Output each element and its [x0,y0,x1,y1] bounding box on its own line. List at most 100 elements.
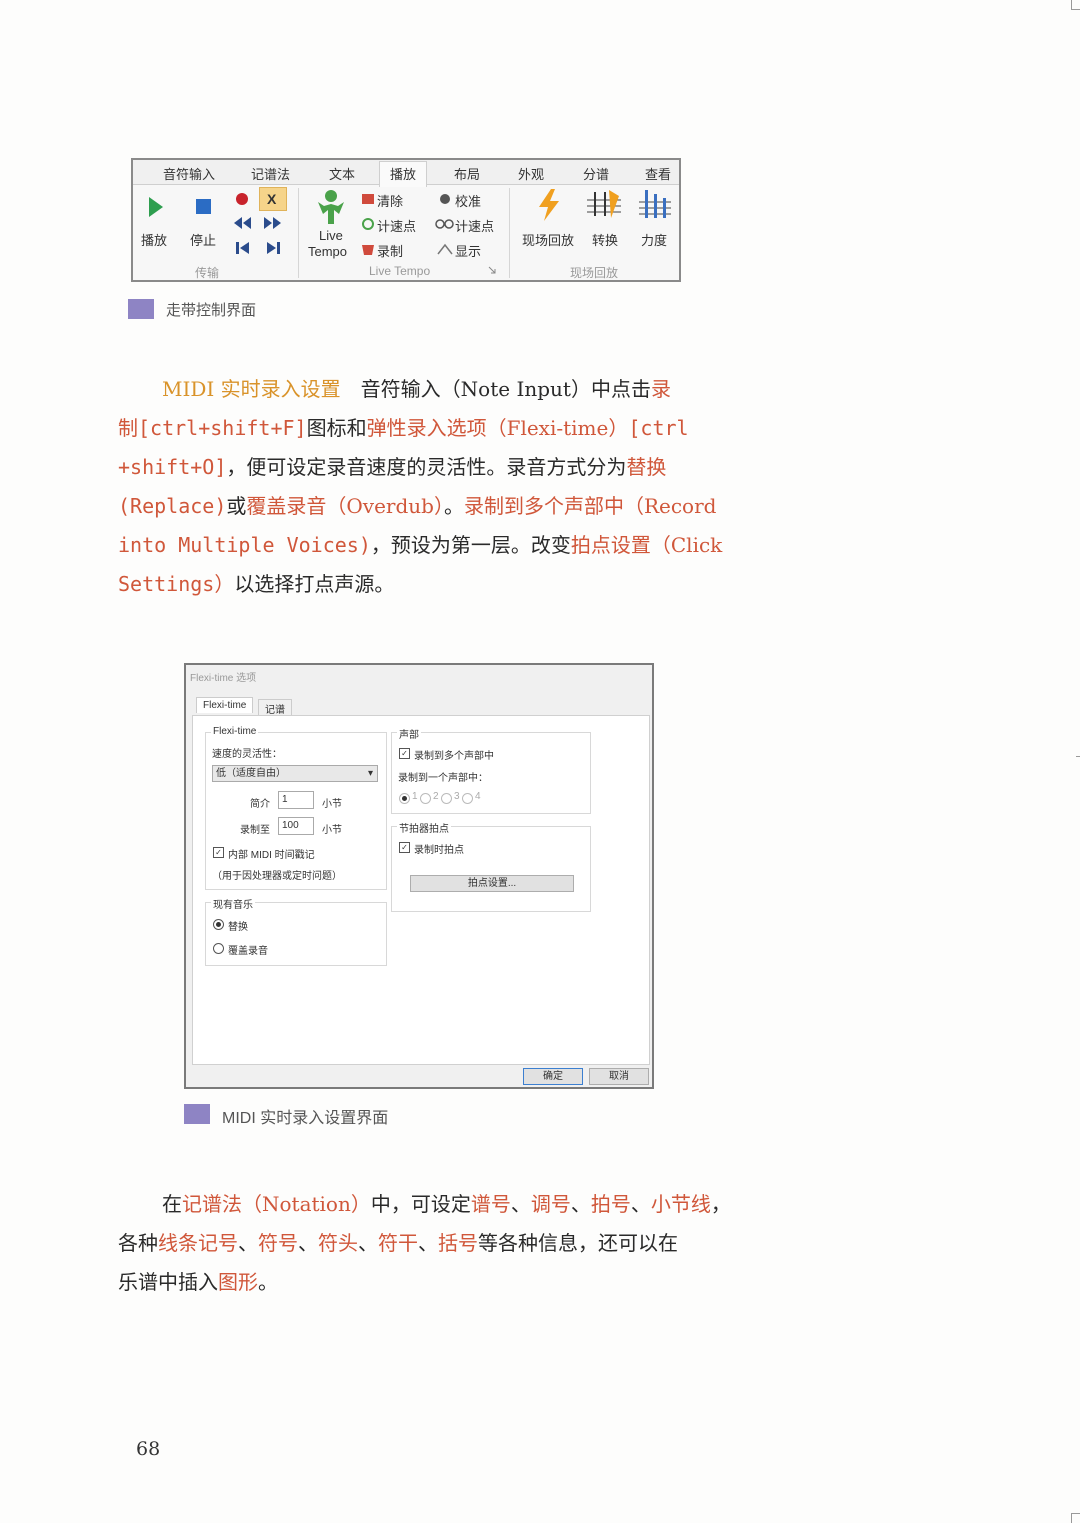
text-run: 等各种信息，还可以在 [478,1231,678,1255]
rewind-icon[interactable] [233,216,253,230]
highlighted-term: 拍点设置（Click [570,533,723,557]
transform-button[interactable]: 转换 [592,230,618,249]
live-tempo-label-1[interactable]: Live [319,228,343,243]
stop-button-label[interactable]: 停止 [190,230,216,249]
transform-icon[interactable] [585,188,625,222]
tab-notation[interactable]: 记谱法 [251,164,290,183]
stop-icon[interactable] [195,198,213,216]
tab-text[interactable]: 文本 [329,164,355,183]
live-playback-button[interactable]: 现场回放 [522,230,574,249]
flexibility-dropdown[interactable]: 低（适度自由） ▾ [212,765,378,782]
replace-label: 替换 [228,922,248,933]
cancel-button[interactable]: 取消 [589,1068,649,1085]
midi-timestamp-checkbox[interactable]: ✓ [213,847,224,858]
figure-caption: 走带控制界面 [166,302,257,319]
clear-button[interactable]: 清除 [377,191,403,210]
voice-1-label: 1 [412,791,418,802]
paragraph-line: 各种线条记号、符号、符头、符干、括号等各种信息，还可以在 [118,1224,698,1263]
highlighted-term: 记谱法（Notation） [182,1192,371,1216]
go-to-end-icon[interactable] [265,241,281,255]
tap-points-button[interactable]: 计速点 [455,216,494,235]
record-multiple-voices-checkbox[interactable]: ✓ [399,748,410,759]
text-run: 音符输入（Note Input）中点击 [340,377,651,401]
live-tempo-label-2[interactable]: Tempo [308,244,347,259]
highlighted-term: 替换 [626,455,667,479]
text-run: 在 [162,1192,182,1216]
paragraph-line: into Multiple Voices)，预设为第一层。改变拍点设置（Clic… [118,526,722,565]
text-run: 。 [443,494,464,518]
crop-mark [1072,1513,1080,1514]
metronome-group: 节拍器拍点 ✓ 录制时拍点 拍点设置... [391,820,591,912]
tab-flexi-time[interactable]: Flexi-time [196,697,254,713]
highlighted-term: 录 [650,377,671,401]
highlighted-term: 弹性录入选项（Flexi-time） [366,416,629,440]
tap-tempo-button[interactable]: 计速点 [377,216,416,235]
overdub-radio[interactable] [213,943,224,954]
chevron-down-icon: ▾ [367,768,373,779]
group-divider [509,188,510,278]
flexibility-value: 低（适度自由） [216,768,286,779]
live-playback-icon[interactable] [535,188,563,222]
record-dot-icon[interactable] [235,192,249,206]
tab-layout[interactable]: 布局 [454,164,480,183]
tap-points-icon [435,219,454,229]
tap-tempo-icon [362,218,374,230]
voice-2-radio[interactable] [420,793,431,804]
text-run: 、 [570,1192,591,1216]
svg-text:X: X [267,191,277,207]
highlighted-term: MIDI 实时录入设置 [162,377,341,401]
text-run: ，预设为第一层。改变 [370,533,571,557]
play-icon[interactable] [147,196,165,218]
record-to-label: 录制至 [240,825,270,836]
highlighted-term: (Replace) [118,494,227,518]
tab-parts[interactable]: 分谱 [583,164,609,183]
highlighted-term: 小节线 [650,1192,711,1216]
record-click-checkbox[interactable]: ✓ [399,842,410,853]
paragraph-line: 在记谱法（Notation）中，可设定谱号、调号、拍号、小节线， [118,1185,731,1224]
record-tempo-button[interactable]: 录制 [377,241,403,260]
live-tempo-icon[interactable] [314,188,348,226]
tab-note-input[interactable]: 音符输入 [163,164,215,183]
crop-mark [1071,1513,1072,1523]
group-label-live-playback: 现场回放 [570,266,619,280]
overdub-label: 覆盖录音 [228,946,268,957]
voice-4-radio[interactable] [462,793,473,804]
tab-play[interactable]: 播放 [379,161,428,187]
tab-appearance[interactable]: 外观 [518,164,544,183]
play-button-label[interactable]: 播放 [141,230,167,249]
crop-mark [1072,9,1080,10]
calibrate-button[interactable]: 校准 [455,191,481,210]
group-divider [298,188,299,278]
flexi-time-toggle[interactable]: X [259,187,287,211]
record-to-input[interactable]: 100 [278,817,314,835]
tab-view[interactable]: 查看 [645,164,671,183]
clear-icon [362,194,374,204]
ok-button[interactable]: 确定 [523,1068,583,1085]
velocity-button[interactable]: 力度 [641,230,667,249]
highlighted-term: 调号 [530,1192,571,1216]
text-run: 各种 [118,1231,158,1255]
display-icon [437,243,453,255]
dialog-launcher-icon[interactable] [488,266,496,274]
group-title: 声部 [397,726,421,741]
text-run: 、 [298,1231,318,1255]
fast-forward-icon[interactable] [263,216,283,230]
replace-radio[interactable] [213,919,224,930]
highlighted-term: [ctrl [628,416,689,440]
go-to-start-icon[interactable] [235,241,251,255]
intro-bars-input[interactable]: 1 [278,791,314,809]
voice-4-label: 4 [475,791,481,802]
text-run: 图标和 [306,416,367,440]
click-settings-button[interactable]: 拍点设置... [410,875,574,892]
display-button[interactable]: 显示 [455,241,481,260]
velocity-icon[interactable] [637,188,673,222]
group-label-live-tempo: Live Tempo [369,264,431,278]
voice-2-label: 2 [433,791,439,802]
caption-marker [128,299,154,319]
text-run: 以选择打点声源。 [234,572,395,596]
highlighted-term: 覆盖录音（Overdub） [246,494,444,518]
crop-mark [1076,756,1080,757]
voice-1-radio[interactable] [399,793,410,804]
highlighted-term: into Multiple Voices) [118,533,371,557]
voice-3-radio[interactable] [441,793,452,804]
